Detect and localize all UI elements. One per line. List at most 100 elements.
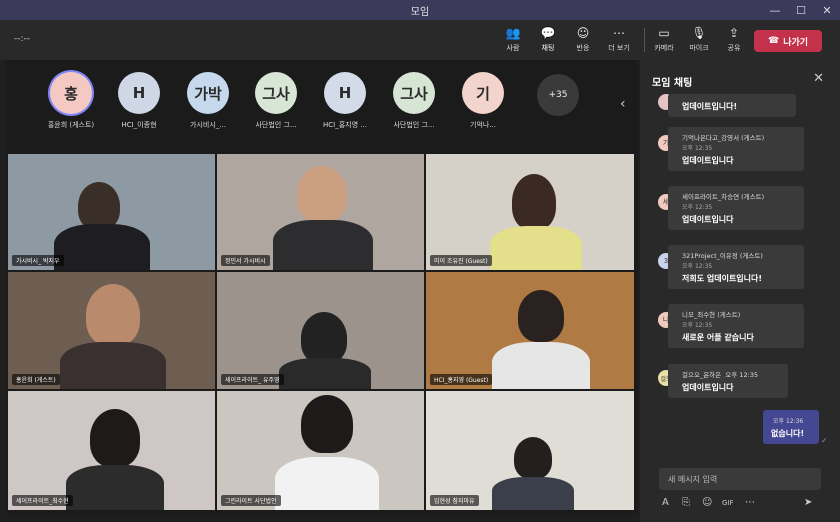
video-tile-7[interactable]: 세이프라이트_최수현	[8, 391, 215, 510]
video-grid: 가시비시_ 박지우 정민서 가시비시 미이 조유진 (Guest) 홍윤희 (게…	[8, 154, 634, 510]
participant-name: 가시비시_...	[190, 121, 226, 129]
share-button[interactable]: ⇪ 공유	[718, 26, 750, 53]
video-tile-6[interactable]: HCI_홍지영 (Guest)	[426, 272, 634, 389]
video-tile-3[interactable]: 미이 조유진 (Guest)	[426, 154, 634, 270]
participant-video	[54, 224, 150, 270]
video-tile-label: 미이 조유진 (Guest)	[430, 255, 492, 266]
participant-video	[90, 409, 140, 467]
message-bubble: 321Project_이유정 (게스트) 오후 12:35 저희도 업데이트입니…	[668, 245, 804, 289]
leave-button[interactable]: ☎ 나가기	[754, 30, 822, 52]
video-tile-label: 정민서 가시비시	[221, 255, 270, 266]
camera-off-icon: ▭	[658, 26, 670, 40]
participant-name: 사단법인 그...	[393, 121, 435, 129]
camera-button[interactable]: ▭ 카메라	[648, 26, 680, 53]
message-bubble: 업데이트입니다!	[668, 94, 796, 117]
my-message-bubble: 오후 12:36 없습니다!	[763, 410, 819, 444]
toolbar-divider	[644, 28, 645, 52]
video-tile-4[interactable]: 홍윤희 (게스트)	[8, 272, 215, 389]
participant-video	[273, 220, 373, 270]
participant-video	[301, 312, 347, 364]
video-tile-2[interactable]: 정민서 가시비시	[217, 154, 424, 270]
participant-avatar-3[interactable]: 가박 가시비시_...	[178, 72, 238, 130]
participant-avatar-5[interactable]: H HCI_홍지영 ...	[315, 72, 375, 130]
video-tile-label: 가시비시_ 박지우	[12, 255, 64, 266]
more-participants-button[interactable]: +35	[537, 74, 579, 116]
message-bubble: 세이프라이트_차승연 (게스트) 오후 12:35 업데이트입니다	[668, 186, 804, 230]
participant-strip: 홍 홍윤희 (게스트) H HCI_이종현 가박 가시비시_... 그사 사단법…	[6, 62, 636, 142]
video-tile-9[interactable]: 임현성 참지마유	[426, 391, 634, 510]
participant-video	[492, 342, 590, 389]
chat-icon: 💬	[540, 26, 556, 40]
avatar: 그사	[255, 72, 297, 114]
close-window-button[interactable]: ✕	[814, 0, 840, 20]
avatar: H	[118, 72, 160, 114]
participant-name: 기억나...	[470, 121, 496, 129]
meeting-toolbar: --:-- 👥 사람 💬 채팅 ☺ 반응 ⋯ 더 보기 ▭ 카메라 🎙 마이크 …	[0, 20, 840, 60]
more-icon: ⋯	[613, 26, 625, 40]
participant-video	[514, 437, 552, 479]
video-tile-label: 세이프라이트_ 유주영	[221, 374, 284, 385]
participant-avatar-7[interactable]: 기 기억나...	[453, 72, 513, 130]
more-options-icon[interactable]: ⋯	[745, 497, 755, 508]
participant-video	[86, 284, 140, 346]
title-bar: 모임	[0, 0, 840, 20]
video-tile-label: 임현성 참지마유	[430, 495, 479, 506]
emoji-icon[interactable]: ☺	[702, 497, 712, 508]
video-tile-label: 그린라이트 사단법인	[221, 495, 281, 506]
participant-video	[512, 174, 556, 230]
attach-icon[interactable]: ⎘	[682, 497, 690, 508]
participant-video	[78, 182, 120, 230]
share-icon: ⇪	[728, 26, 740, 40]
participant-name: 홍윤희 (게스트)	[47, 121, 95, 129]
window-title: 모임	[410, 6, 430, 18]
chevron-left-icon[interactable]: ‹	[620, 96, 626, 112]
participant-video	[492, 477, 574, 510]
minimize-button[interactable]: —	[762, 0, 788, 20]
close-icon[interactable]: ✕	[813, 71, 824, 86]
participant-video	[66, 465, 164, 510]
phone-icon: ☎	[767, 36, 780, 46]
video-tile-label: 세이프라이트_최수현	[12, 495, 73, 506]
video-tile-1[interactable]: 가시비시_ 박지우	[8, 154, 215, 270]
participant-avatar-1[interactable]: 홍 홍윤희 (게스트)	[41, 72, 101, 130]
participant-avatar-4[interactable]: 그사 사단법인 그...	[246, 72, 306, 130]
react-icon: ☺	[576, 26, 590, 40]
participant-video	[279, 358, 371, 389]
people-button[interactable]: 👥 사람	[497, 26, 529, 53]
more-button[interactable]: ⋯ 더 보기	[603, 26, 635, 53]
avatar: 그사	[393, 72, 435, 114]
avatar: 기	[462, 72, 504, 114]
participant-name: 사단법인 그...	[255, 121, 297, 129]
message-bubble: 걸으오_윤하은 오후 12:35 업데이트입니다	[668, 364, 788, 398]
window-controls: — ☐ ✕	[762, 0, 840, 20]
participant-avatar-6[interactable]: 그사 사단법인 그...	[384, 72, 444, 130]
video-tile-label: 홍윤희 (게스트)	[12, 374, 60, 385]
video-tile-label: HCI_홍지영 (Guest)	[430, 374, 493, 385]
send-icon[interactable]: ➤	[804, 497, 812, 508]
message-input[interactable]: 새 메시지 입력	[659, 468, 821, 490]
chat-title: 모임 채팅	[652, 78, 693, 89]
meeting-timer: --:--	[14, 34, 31, 44]
message-bubble: 기억나온다고_강영서 (게스트) 오후 12:35 업데이트입니다	[668, 127, 804, 171]
avatar: H	[324, 72, 366, 114]
video-tile-8[interactable]: 그린라이트 사단법인	[217, 391, 424, 510]
participant-avatar-2[interactable]: H HCI_이종현	[109, 72, 169, 130]
participant-name: HCI_이종현	[121, 121, 157, 129]
gif-icon[interactable]: GIF	[722, 499, 734, 507]
mic-button[interactable]: 🎙 마이크	[683, 26, 715, 53]
participant-video	[518, 290, 564, 342]
video-tile-5[interactable]: 세이프라이트_ 유주영	[217, 272, 424, 389]
avatar: 가박	[187, 72, 229, 114]
message-bubble: 니모_최수현 (게스트) 오후 12:35 새로운 어플 같습니다	[668, 304, 804, 348]
format-icon[interactable]: A	[662, 497, 669, 508]
participant-name: HCI_홍지영 ...	[323, 121, 367, 129]
chat-button[interactable]: 💬 채팅	[532, 26, 564, 53]
participant-video	[301, 395, 353, 453]
participant-video	[275, 457, 379, 510]
react-button[interactable]: ☺ 반응	[567, 26, 599, 53]
people-icon: 👥	[505, 26, 521, 40]
maximize-button[interactable]: ☐	[788, 0, 814, 20]
compose-toolbar: A ⎘ ☺ GIF ⋯ ➤	[660, 497, 830, 513]
participant-video	[297, 166, 347, 222]
participant-video	[60, 342, 166, 389]
